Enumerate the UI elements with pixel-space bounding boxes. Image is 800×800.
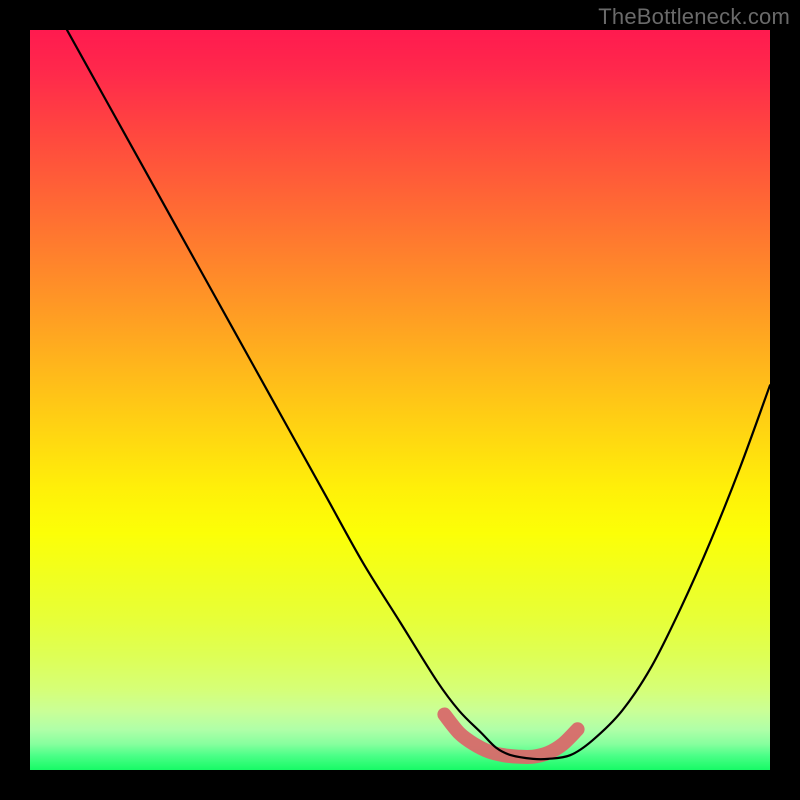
- gradient-background: [30, 30, 770, 770]
- watermark-text: TheBottleneck.com: [598, 4, 790, 30]
- plot-svg: [30, 30, 770, 770]
- plot-area: [30, 30, 770, 770]
- chart-frame: TheBottleneck.com: [0, 0, 800, 800]
